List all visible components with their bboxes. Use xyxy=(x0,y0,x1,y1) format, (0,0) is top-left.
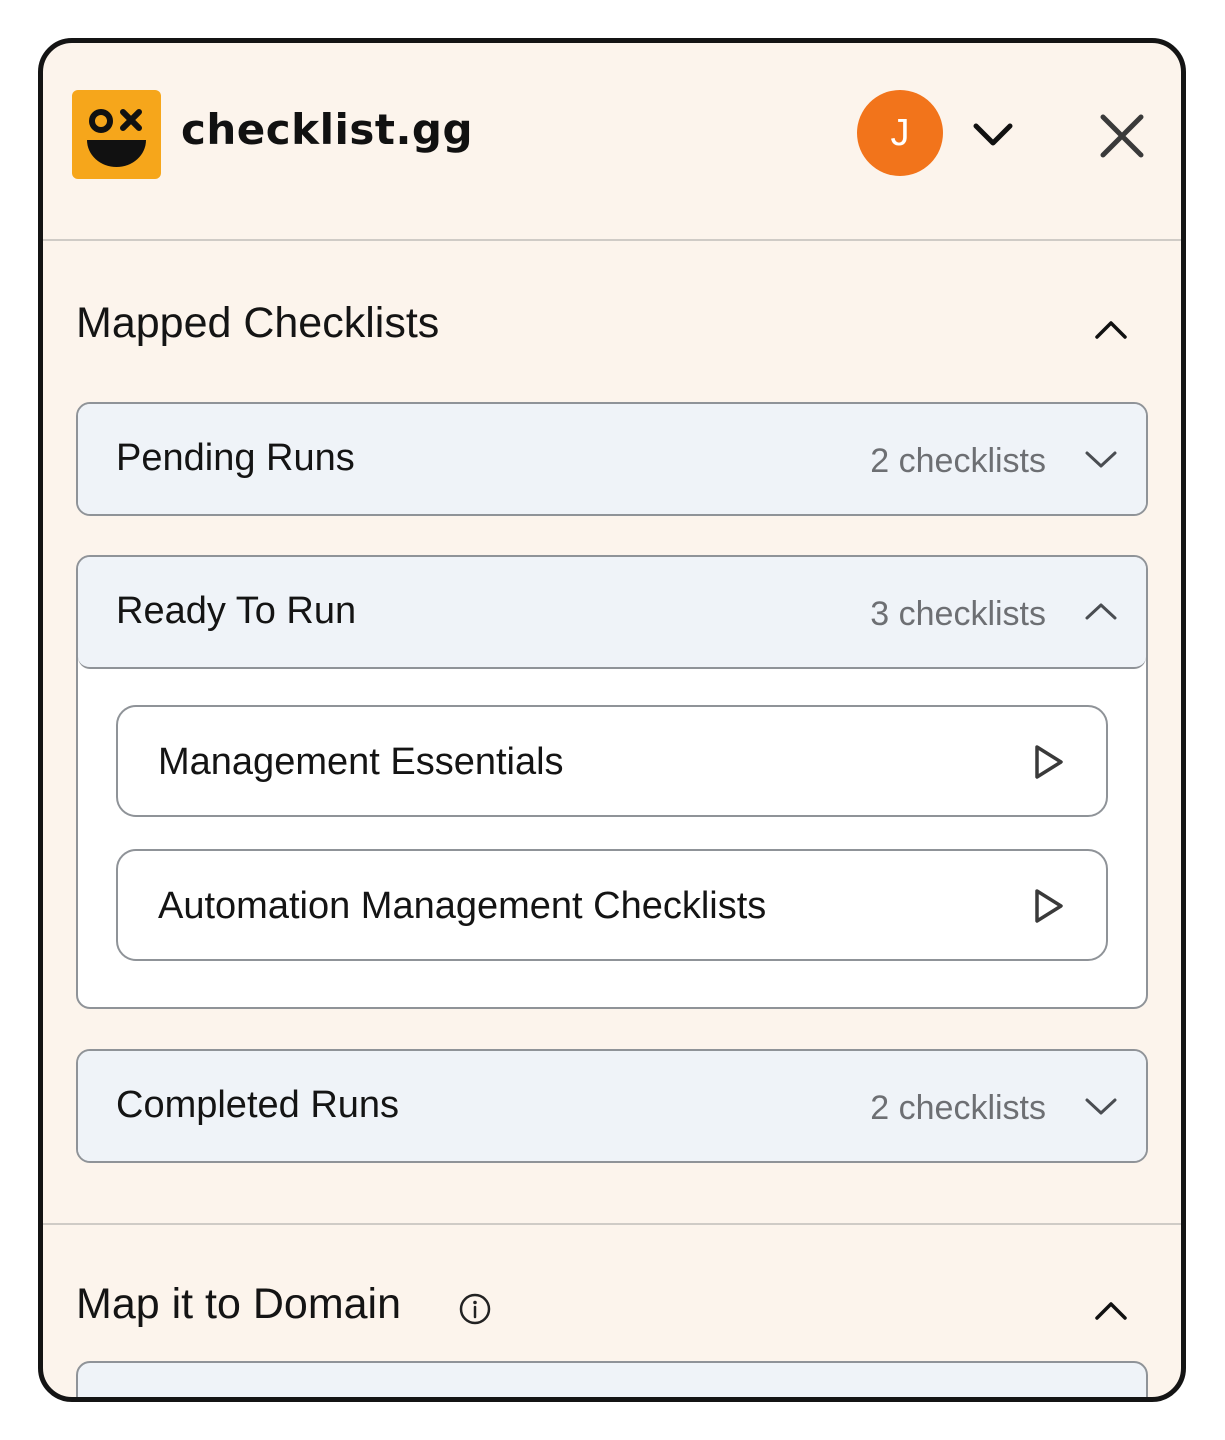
header: checklist.gg J xyxy=(43,43,1181,241)
group-count: 3 checklists xyxy=(870,595,1046,633)
group-name: Completed Runs xyxy=(116,1084,400,1126)
group-name: Ready To Run xyxy=(116,590,357,632)
domain-card xyxy=(76,1361,1148,1397)
play-icon[interactable] xyxy=(1032,887,1066,925)
close-icon[interactable] xyxy=(1097,111,1147,161)
group-name: Pending Runs xyxy=(116,437,355,479)
mapped-checklists-title: Mapped Checklists xyxy=(76,299,440,347)
checklist-name: Management Essentials xyxy=(158,741,564,783)
chevron-down-icon[interactable] xyxy=(971,117,1015,153)
info-icon[interactable] xyxy=(458,1292,492,1326)
avatar-initial: J xyxy=(890,111,910,154)
checklist-name: Automation Management Checklists xyxy=(158,885,767,927)
checklist-item[interactable]: Automation Management Checklists xyxy=(116,849,1108,961)
group-header-pending-runs[interactable]: Pending Runs 2 checklists xyxy=(78,404,1146,514)
group-pending-runs: Pending Runs 2 checklists xyxy=(76,402,1148,516)
checklist-item[interactable]: Management Essentials xyxy=(116,705,1108,817)
group-count: 2 checklists xyxy=(870,442,1046,480)
chevron-down-icon xyxy=(1084,1093,1118,1119)
play-icon[interactable] xyxy=(1032,743,1066,781)
logo-icon xyxy=(72,90,161,179)
brand-name: checklist.gg xyxy=(181,105,474,154)
section-divider xyxy=(43,1223,1181,1225)
group-header-completed-runs[interactable]: Completed Runs 2 checklists xyxy=(78,1051,1146,1161)
group-body-ready-to-run: Management Essentials Automation Managem… xyxy=(78,669,1146,999)
chevron-down-icon xyxy=(1084,446,1118,472)
group-completed-runs: Completed Runs 2 checklists xyxy=(76,1049,1148,1163)
user-avatar[interactable]: J xyxy=(857,90,943,176)
group-count: 2 checklists xyxy=(870,1089,1046,1127)
extension-panel: checklist.gg J Mapped Checklists Pending… xyxy=(38,38,1186,1402)
chevron-up-icon[interactable] xyxy=(1091,315,1131,345)
group-header-ready-to-run[interactable]: Ready To Run 3 checklists xyxy=(78,557,1146,669)
map-to-domain-title: Map it to Domain xyxy=(76,1280,402,1328)
chevron-up-icon[interactable] xyxy=(1091,1296,1131,1326)
chevron-up-icon xyxy=(1084,599,1118,625)
group-ready-to-run: Ready To Run 3 checklists Management Ess… xyxy=(76,555,1148,1009)
